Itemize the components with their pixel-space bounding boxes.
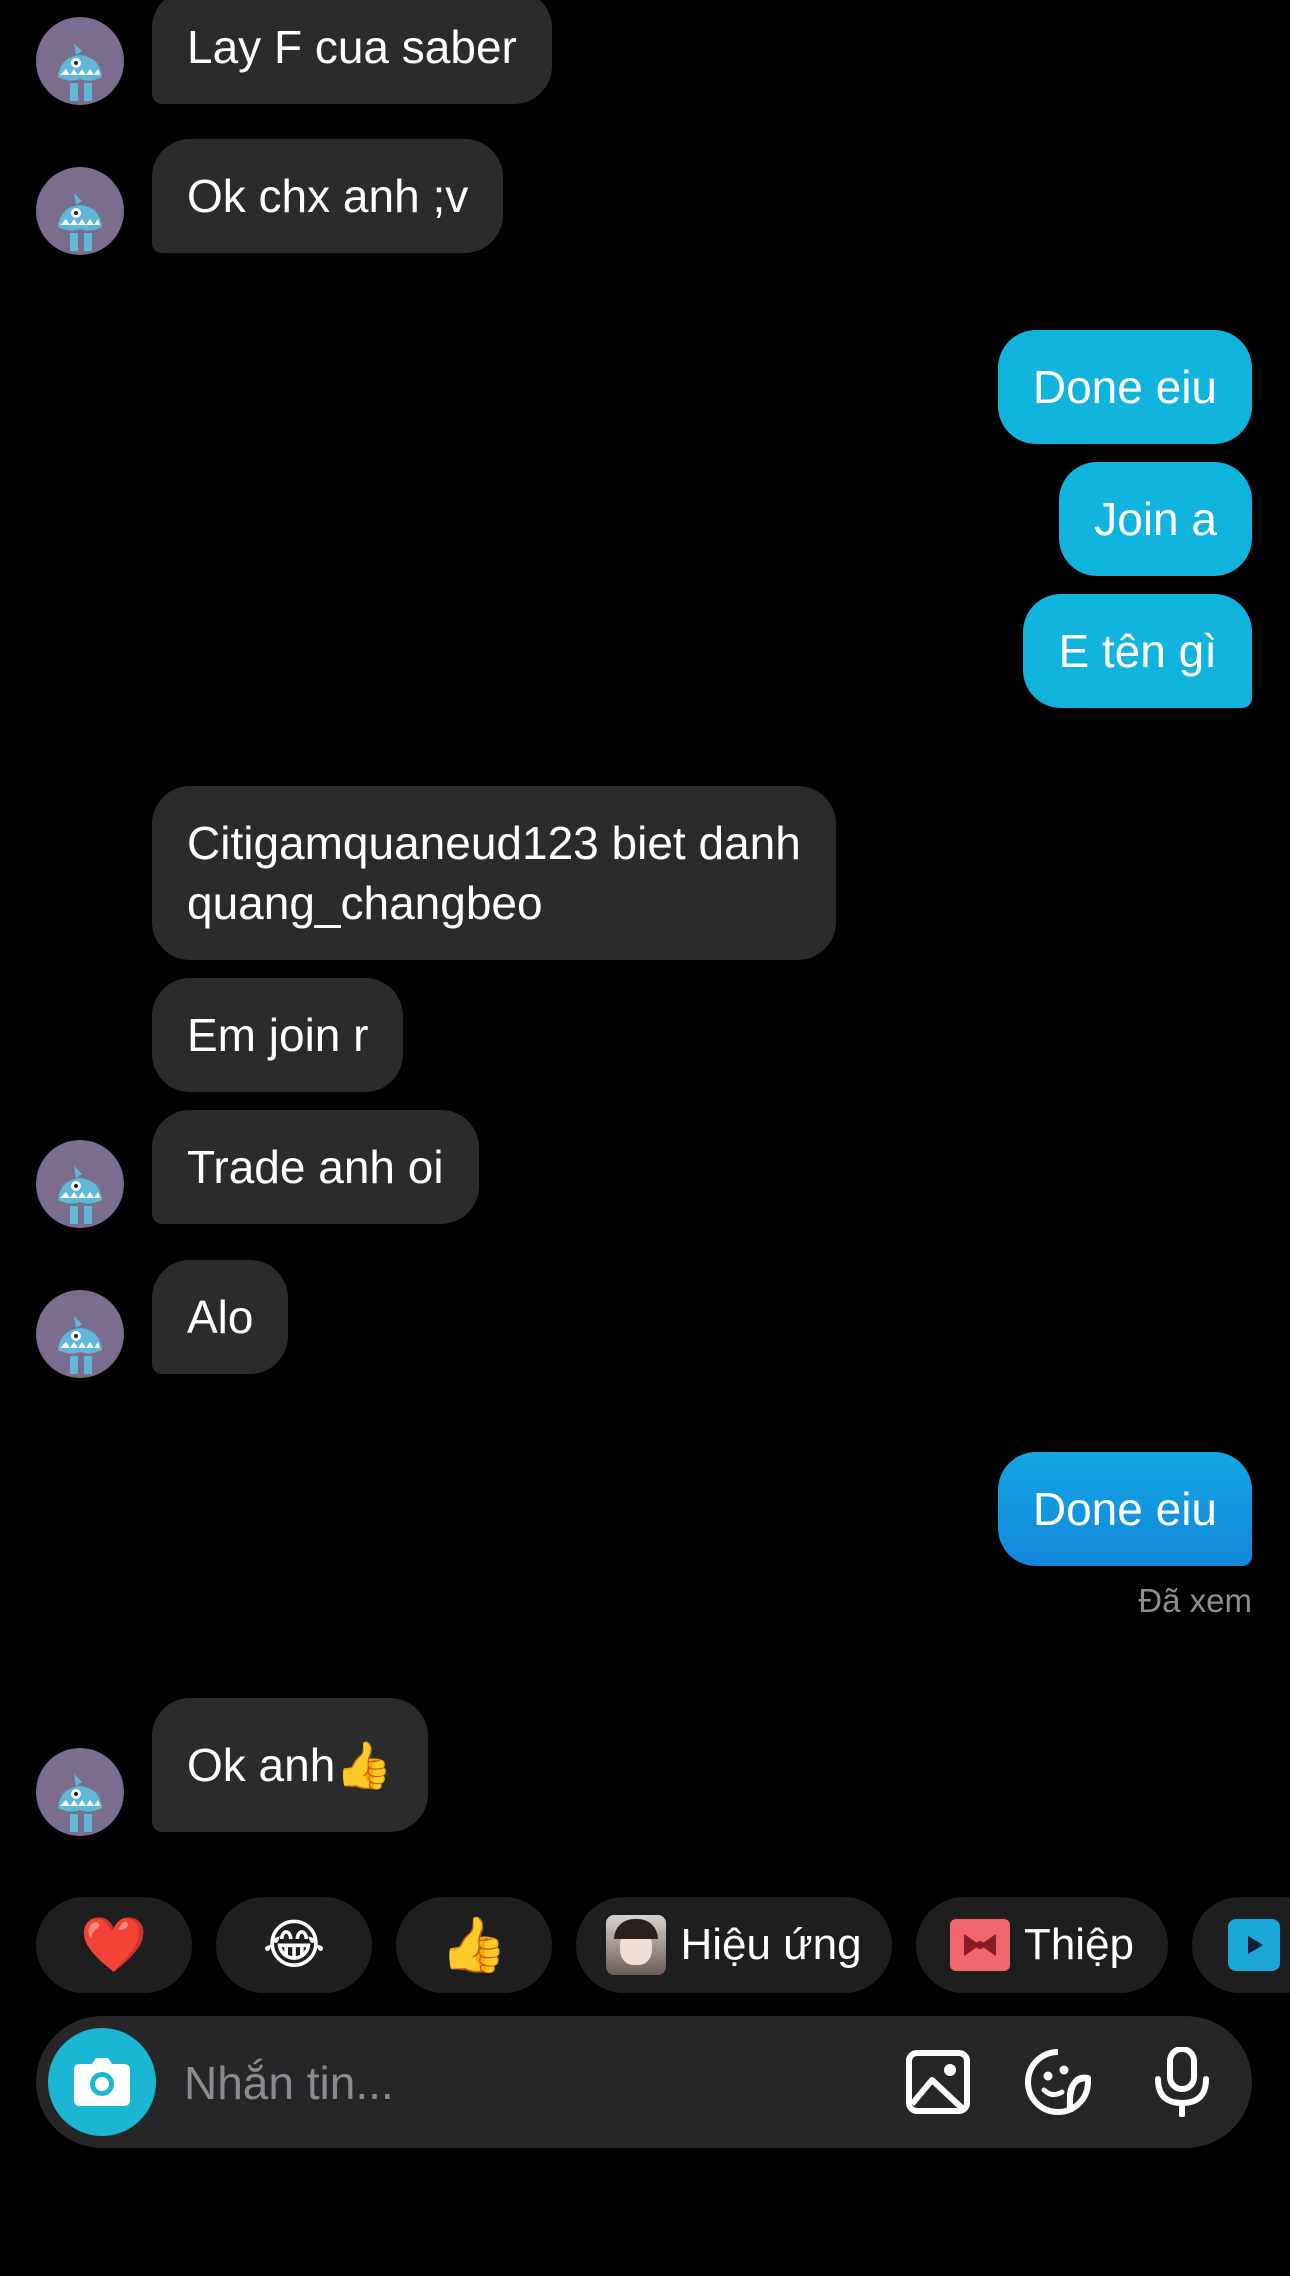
incoming-message[interactable]: Ok chx anh ;v	[152, 139, 504, 253]
contact-avatar[interactable]	[36, 1290, 124, 1378]
microphone-icon	[1155, 2047, 1209, 2117]
effects-button[interactable]: Hiệu ứng	[576, 1897, 892, 1993]
card-button[interactable]: Thiệp	[916, 1897, 1168, 1993]
contact-avatar[interactable]	[36, 17, 124, 105]
incoming-message[interactable]: Alo	[152, 1260, 289, 1374]
monster-avatar-icon	[58, 1774, 102, 1832]
monster-avatar-icon	[58, 1316, 102, 1374]
outgoing-message[interactable]: E tên gì	[1023, 594, 1252, 708]
effect-thumbnail-icon	[606, 1915, 667, 1975]
gallery-button[interactable]	[902, 2046, 974, 2118]
outgoing-message[interactable]: Join a	[1059, 462, 1252, 576]
incoming-message[interactable]: Lay F cua saber	[152, 0, 552, 104]
message-composer	[36, 2016, 1252, 2150]
incoming-message[interactable]: Citigamquaneud123 biet danh quang_changb…	[152, 786, 836, 960]
quick-laugh-button[interactable]: 😂	[216, 1897, 372, 1993]
monster-avatar-icon	[58, 1166, 102, 1224]
microphone-button[interactable]	[1146, 2046, 1218, 2118]
message-line: Citigamquaneud123 biet danh	[187, 817, 801, 869]
seen-status: Đã xem	[1138, 1582, 1252, 1619]
sticker-button[interactable]	[1022, 2046, 1094, 2118]
incoming-message[interactable]: Trade anh oi	[152, 1110, 479, 1224]
monster-avatar-icon	[58, 193, 102, 251]
heart-icon: ❤️	[80, 1913, 148, 1976]
camera-button[interactable]	[48, 2028, 156, 2136]
camera-icon	[74, 2058, 130, 2106]
thumbs-up-icon: 👍	[440, 1913, 508, 1976]
quick-heart-button[interactable]: ❤️	[36, 1897, 192, 1993]
effects-label: Hiệu ứng	[680, 1920, 862, 1969]
outgoing-message[interactable]: Done eiu	[997, 330, 1252, 444]
card-label: Thiệp	[1023, 1920, 1135, 1969]
more-quick-button[interactable]	[1192, 1897, 1290, 1993]
contact-avatar[interactable]	[36, 1748, 124, 1836]
contact-avatar[interactable]	[36, 1140, 124, 1228]
message-input[interactable]	[182, 2016, 886, 2150]
incoming-message[interactable]: Ok anh👍	[152, 1698, 428, 1832]
message-line: quang_changbeo	[187, 877, 543, 929]
chat-screen: Lay F cua saber Ok chx anh ;v Done eiu J…	[0, 0, 1290, 2276]
incoming-message[interactable]: Em join r	[152, 978, 404, 1092]
sticker-icon	[1025, 2049, 1091, 2115]
laughing-face-icon: 😂	[262, 1913, 326, 1976]
contact-avatar[interactable]	[36, 167, 124, 255]
outgoing-message[interactable]: Done eiu	[997, 1452, 1252, 1566]
quick-thumbs-up-button[interactable]: 👍	[396, 1897, 552, 1993]
monster-avatar-icon	[58, 43, 102, 101]
gift-card-icon	[949, 1919, 1010, 1971]
play-icon	[1228, 1919, 1280, 1971]
image-icon	[906, 2050, 970, 2114]
